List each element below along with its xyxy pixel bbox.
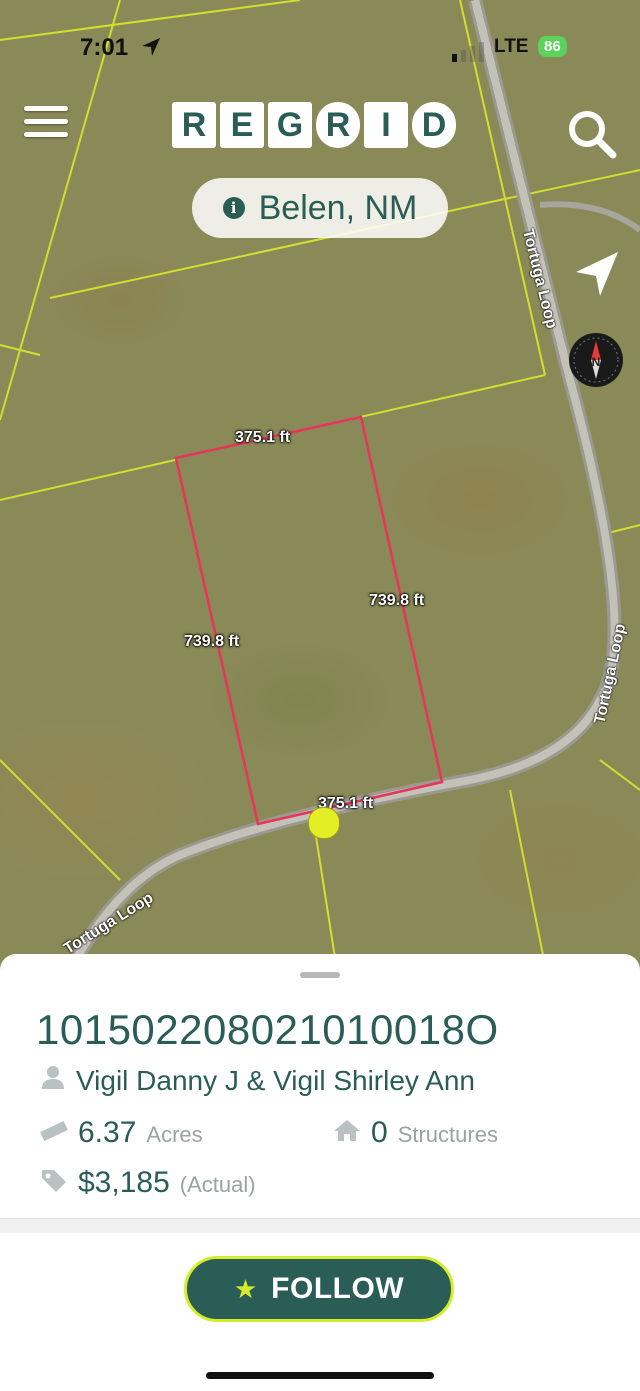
price-row: $3,185 (Actual)	[40, 1166, 256, 1200]
parcel-id: 101502208021010018O	[36, 1006, 499, 1053]
star-icon: ★	[233, 1273, 258, 1304]
price-note: (Actual)	[179, 1172, 256, 1197]
location-services-icon	[142, 38, 160, 56]
follow-label: FOLLOW	[271, 1272, 405, 1305]
acres-value: 6.37	[78, 1116, 137, 1149]
info-icon: i	[222, 197, 245, 219]
price-value: $3,185	[78, 1166, 170, 1199]
dimension-top: 375.1 ft	[235, 429, 291, 446]
dimension-left: 739.8 ft	[184, 633, 240, 650]
structures-unit: Structures	[397, 1122, 498, 1147]
status-bar: 7:01 LTE 86	[0, 30, 640, 66]
parcel-detail-sheet: 101502208021010018O Vigil Danny J & Vigi…	[0, 954, 640, 1224]
logo-letter: R	[316, 102, 360, 148]
owner-name: Vigil Danny J & Vigil Shirley Ann	[76, 1065, 475, 1096]
logo-letter: E	[220, 102, 264, 148]
structures-value: 0	[371, 1116, 388, 1149]
sheet-drag-handle[interactable]	[300, 972, 340, 978]
status-time: 7:01	[80, 34, 129, 61]
map-overlay	[0, 0, 640, 990]
location-pin[interactable]	[308, 807, 340, 839]
signal-icon	[452, 42, 484, 62]
price-tag-icon	[42, 1170, 66, 1192]
person-icon	[42, 1066, 64, 1089]
compass-icon: N	[573, 337, 619, 383]
logo-letter: D	[412, 102, 456, 148]
selected-parcel-outline	[174, 415, 444, 826]
location-name: Belen, NM	[258, 188, 418, 227]
logo-letter: R	[172, 102, 216, 148]
satellite-map[interactable]: Tortuga Loop Tortuga Loop Tortuga Loop 3…	[0, 0, 640, 990]
follow-button[interactable]: ★ FOLLOW	[184, 1256, 454, 1322]
logo-letter: G	[268, 102, 312, 148]
sheet-divider	[0, 1218, 640, 1233]
battery-indicator: 86	[538, 36, 567, 57]
hamburger-icon	[24, 106, 68, 111]
home-indicator[interactable]	[206, 1372, 434, 1379]
dimension-right: 739.8 ft	[369, 592, 425, 609]
logo-letter: I	[364, 102, 408, 148]
acres-unit: Acres	[146, 1122, 203, 1147]
structures-row: 0 Structures	[333, 1116, 498, 1150]
network-type: LTE	[494, 36, 529, 57]
navigation-arrow-icon[interactable]	[574, 250, 622, 298]
acres-row: 6.37 Acres	[40, 1116, 203, 1150]
owner-row: Vigil Danny J & Vigil Shirley Ann	[40, 1064, 475, 1097]
svg-text:N: N	[592, 355, 601, 369]
compass-button[interactable]: N	[569, 333, 623, 387]
menu-button[interactable]	[24, 106, 68, 144]
house-icon	[334, 1120, 360, 1141]
regrid-logo: R E G R I D	[172, 102, 456, 148]
search-icon[interactable]	[566, 108, 618, 160]
location-pill[interactable]: i Belen, NM	[192, 178, 448, 238]
ruler-icon	[40, 1120, 68, 1142]
